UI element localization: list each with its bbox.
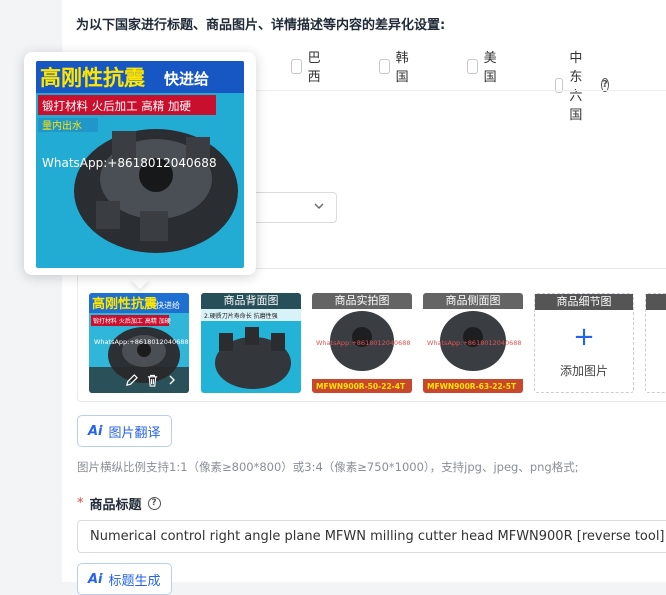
- country-checkbox-brazil[interactable]: 巴西: [291, 47, 325, 85]
- edit-icon[interactable]: [125, 373, 138, 387]
- preview-image: 高刚性抗震 快进给 锻打材料 火后加工 高精 加硬 量内出水 WhatsApp:…: [36, 61, 244, 268]
- checkbox[interactable]: [379, 58, 390, 74]
- delete-icon[interactable]: [146, 374, 159, 387]
- ai-icon: Ai: [88, 571, 103, 587]
- thumbnail-label: 商品侧面图: [423, 293, 523, 309]
- product-title-label: * 商品标题 ?: [77, 494, 161, 513]
- thumbnail-tools: [89, 367, 189, 393]
- image-translate-button[interactable]: Ai 图片翻译: [77, 415, 172, 447]
- thumbnail-label: 商品实拍图: [312, 293, 412, 309]
- image-feature-line: 锻打材料 火后加工 高精 加硬: [42, 99, 191, 113]
- image-watermark: WhatsApp:+8618012040688: [316, 339, 411, 347]
- button-label: 标题生成: [108, 573, 161, 589]
- checkbox[interactable]: [467, 58, 478, 74]
- chevron-down-icon: [314, 203, 324, 209]
- country-label: 美国: [483, 51, 497, 85]
- thumbnail-real-image[interactable]: WhatsApp:+8618012040688 MFWN900R-50-22-4…: [312, 293, 412, 393]
- add-image-slot-partial[interactable]: [645, 293, 666, 393]
- image-watermark: WhatsApp:+8618012040688: [94, 338, 189, 346]
- image-watermark: WhatsApp:+8618012040688: [427, 339, 522, 347]
- image-headline: 高刚性抗震: [92, 296, 158, 312]
- product-image-large: 高刚性抗震 快进给 锻打材料 火后加工 高精 加硬 量内出水 WhatsApp:…: [36, 61, 244, 268]
- image-headline-tag: 快进给: [164, 70, 209, 88]
- country-checkbox-usa[interactable]: 美国: [467, 47, 501, 85]
- chevron-right-icon[interactable]: [167, 374, 177, 386]
- country-section-title: 为以下国家进行标题、商品图片、详情描述等内容的差异化设置:: [76, 18, 446, 33]
- image-watermark: WhatsApp:+8618012040688: [42, 156, 217, 170]
- thumbnail-main-image[interactable]: 高刚性抗震 快进给 锻打材料 火后加工 高精 加硬 WhatsApp:+8618…: [89, 293, 189, 393]
- add-image-text: 添加图片: [559, 364, 608, 378]
- thumbnail-label: 商品细节图: [535, 294, 633, 310]
- thumbnail-side-image[interactable]: WhatsApp:+8618012040688 MFWN900R-63-22-5…: [423, 293, 523, 393]
- part-number: MFWN900R-50-22-4T: [316, 382, 406, 391]
- image-headline-tag: 快进给: [156, 300, 180, 310]
- thumbnail-label: [646, 294, 666, 310]
- label-text: 商品标题: [89, 498, 142, 513]
- country-label: 中东六国: [569, 51, 583, 123]
- image-tag-line: 量内出水: [42, 119, 82, 132]
- thumbnail-label: 商品背面图: [201, 293, 301, 309]
- question-circle-icon[interactable]: ?: [147, 497, 161, 510]
- country-checkbox-middle-east[interactable]: 中东六国 ?: [555, 47, 610, 123]
- image-headline: 高刚性抗震: [40, 66, 146, 90]
- image-caption: 2.硬质刀片寿命长 抗磨性强: [204, 312, 278, 320]
- button-label: 图片翻译: [108, 425, 161, 441]
- product-title-input[interactable]: Numerical control right angle plane MFWN…: [77, 520, 666, 553]
- part-number: MFWN900R-63-22-5T: [427, 382, 517, 391]
- title-generate-button[interactable]: Ai 标题生成: [77, 563, 172, 595]
- checkbox[interactable]: [291, 58, 302, 74]
- image-feature-line: 锻打材料 火后加工 高精 加硬: [93, 317, 171, 325]
- country-checkbox-korea[interactable]: 韩国: [379, 47, 413, 85]
- image-format-hint: 图片横纵比例支持1:1（像素≥800*800）或3:4（像素≥750*1000）…: [77, 460, 579, 474]
- add-image-slot[interactable]: 商品细节图 + 添加图片: [534, 293, 634, 393]
- thumbnail-back-image[interactable]: 2.硬质刀片寿命长 抗磨性强 商品背面图: [201, 293, 301, 393]
- country-label: 巴西: [307, 51, 321, 85]
- country-label: 韩国: [395, 51, 409, 85]
- ai-icon: Ai: [88, 423, 103, 439]
- required-mark: *: [77, 496, 84, 511]
- plus-icon: +: [573, 322, 595, 352]
